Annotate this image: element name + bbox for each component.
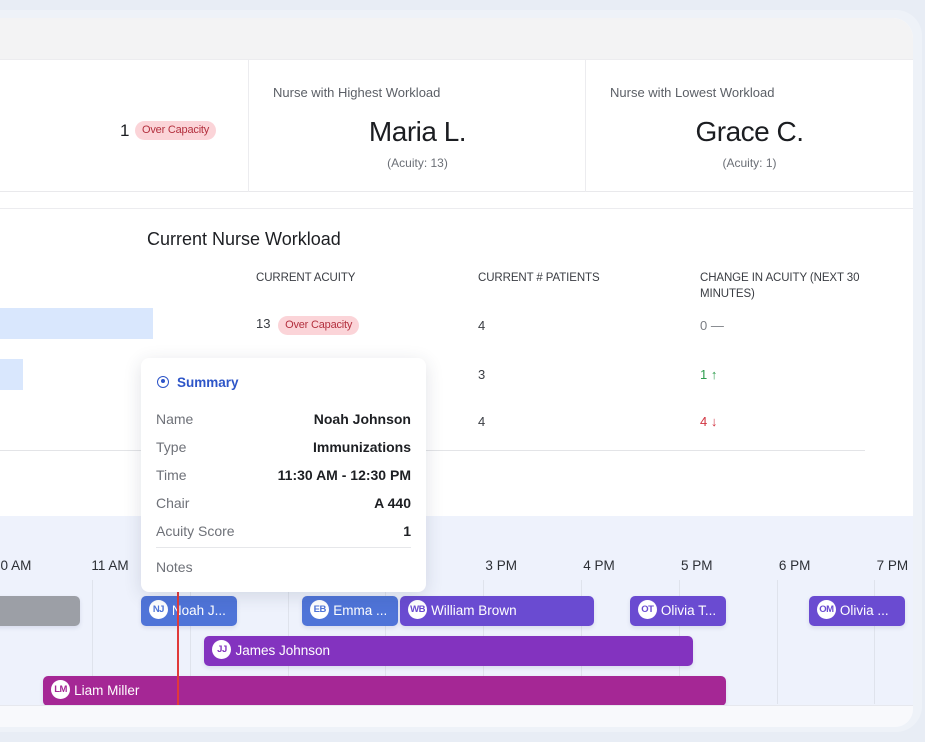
appointment-block[interactable]: Davis xyxy=(0,596,81,626)
stats-row: Capacity 1 Over Capacity Nurse with High… xyxy=(0,60,913,192)
timeline-gridline xyxy=(776,580,778,704)
appointment-block[interactable]: OM Olivia ... xyxy=(808,596,905,626)
col-header-change: CHANGE IN ACUITY (NEXT 30 MINUTES) xyxy=(700,272,860,300)
summary-tooltip: Summary Name Noah Johnson Type Immunizat… xyxy=(141,358,426,592)
patient-avatar: JJ xyxy=(212,640,232,660)
patient-avatar: OM xyxy=(816,600,836,620)
patient-avatar: EB xyxy=(310,600,330,620)
tooltip-row-acuity: Acuity Score 1 xyxy=(156,523,411,539)
appointment-label: Noah J... xyxy=(171,603,226,618)
highest-workload-label: Nurse with Highest Workload xyxy=(273,85,441,100)
workload-bar-row-1 xyxy=(0,308,153,339)
workload-title: Current Nurse Workload xyxy=(147,229,341,249)
workload-row-2-change: 1 ↑ xyxy=(700,367,718,382)
workload-divider xyxy=(0,450,865,451)
highest-workload-acuity: (Acuity: 13) xyxy=(387,156,448,170)
workload-row-1-change: 0 — xyxy=(700,318,724,333)
appointment-label: Liam Miller xyxy=(74,683,140,698)
workload-row-3-change: 4 ↓ xyxy=(700,414,718,429)
patient-avatar: OT xyxy=(637,600,657,620)
workload-row-3-patients: 4 xyxy=(478,414,486,429)
timeline-hour-label: 5 PM xyxy=(681,558,713,573)
timeline-hour-label: 11 AM xyxy=(91,558,129,573)
tooltip-row-name: Name Noah Johnson xyxy=(156,411,411,427)
appointment-block[interactable]: WB William Brown xyxy=(400,596,594,626)
section-divider xyxy=(0,193,913,209)
col-header-acuity: CURRENT ACUITY xyxy=(256,272,356,284)
over-capacity-badge: Over Capacity xyxy=(278,316,360,335)
appointment-block[interactable]: LM Liam Miller xyxy=(43,676,726,706)
over-capacity-badge: Over Capacity xyxy=(135,121,217,140)
col-header-patients: CURRENT # PATIENTS xyxy=(478,272,600,284)
tooltip-header: Summary xyxy=(157,375,239,390)
patient-avatar: WB xyxy=(408,600,428,620)
appointment-block[interactable]: EB Emma ... xyxy=(302,596,399,626)
tooltip-row-chair: Chair A 440 xyxy=(156,495,411,511)
top-bar xyxy=(0,18,913,60)
workload-row-2-patients: 3 xyxy=(478,367,486,382)
tooltip-divider xyxy=(156,547,411,548)
user-circle-icon xyxy=(157,376,169,388)
appointment-block[interactable]: OT Olivia T... xyxy=(629,596,726,626)
highest-workload-card: Nurse with Highest Workload Maria L. (Ac… xyxy=(248,60,586,192)
appointment-label: Olivia ... xyxy=(839,603,889,618)
timeline-hour-label: 3 PM xyxy=(485,558,517,573)
appointment-block[interactable]: NJ Noah J... xyxy=(140,596,237,626)
appointment-label: James Johnson xyxy=(235,643,331,658)
timeline-hour-label: 4 PM xyxy=(583,558,615,573)
appointment-label: Emma ... xyxy=(333,603,388,618)
appointment-label: Olivia T... xyxy=(660,603,717,618)
workload-bar-row-2 xyxy=(0,359,23,390)
lowest-workload-name: Grace C. xyxy=(695,116,804,147)
timeline-footer xyxy=(0,705,913,727)
highest-workload-name: Maria L. xyxy=(368,116,467,147)
dashboard-card: Capacity 1 Over Capacity Nurse with High… xyxy=(0,18,913,727)
patient-avatar: NJ xyxy=(148,600,168,620)
tooltip-row-time: Time 11:30 AM - 12:30 PM xyxy=(156,467,411,483)
tooltip-row-type: Type Immunizations xyxy=(156,439,411,455)
appointment-block[interactable]: JJ James Johnson xyxy=(204,636,694,666)
timeline-hour-label: 7 PM xyxy=(876,558,909,573)
workload-row-1-acuity: 13 Over Capacity xyxy=(256,316,360,335)
current-nurse-workload: Current Nurse Workload CURRENT ACUITY CU… xyxy=(0,210,913,510)
timeline-hour-label: 6 PM xyxy=(778,558,811,573)
timeline-hour-label: 10 AM xyxy=(0,558,32,573)
over-capacity-count: 1 xyxy=(120,121,130,140)
tooltip-notes: Notes xyxy=(156,559,193,575)
appointment-label: William Brown xyxy=(431,603,517,618)
patient-avatar: LM xyxy=(51,680,71,700)
schedule-timeline: 10 AM11 AM3 PM4 PM5 PM6 PM7 PM DavisNJNo… xyxy=(0,516,913,727)
lowest-workload-label: Nurse with Lowest Workload xyxy=(610,85,775,100)
workload-row-1-patients: 4 xyxy=(478,318,486,333)
lowest-workload-acuity: (Acuity: 1) xyxy=(722,156,777,170)
lowest-workload-card: Nurse with Lowest Workload Grace C. (Acu… xyxy=(585,60,913,192)
